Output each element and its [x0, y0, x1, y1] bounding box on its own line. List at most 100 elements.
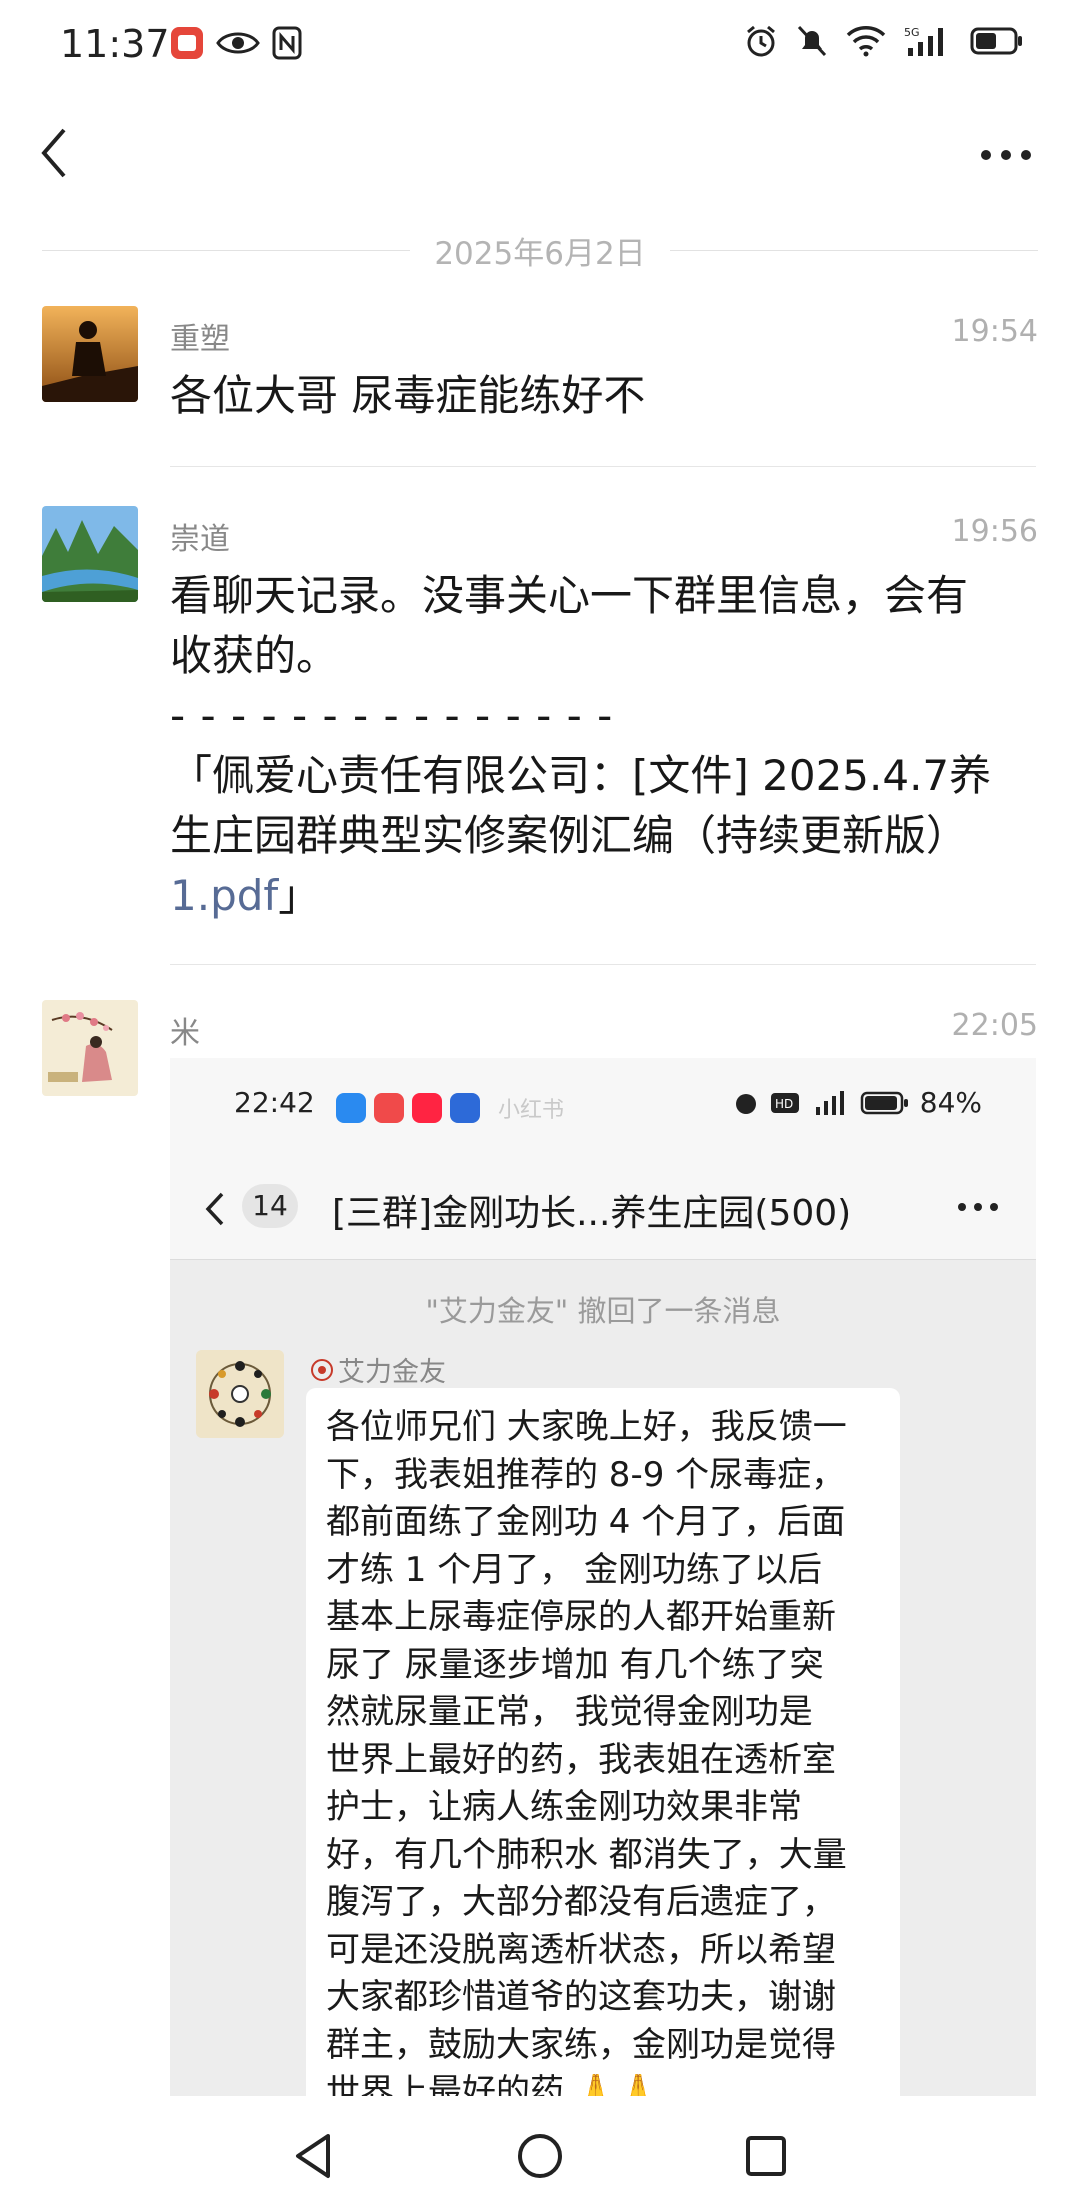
system-back-button[interactable]	[284, 2126, 344, 2186]
bubble-line: 世界上最好的药，我表姐在透析室	[326, 1739, 836, 1780]
message-line: 生庄园群典型实修案例汇编（持续更新版）	[170, 811, 969, 860]
bubble-line: 基本上尿毒症停尿的人都开始重新	[326, 1597, 836, 1637]
svg-text:5G: 5G	[904, 26, 920, 39]
signal-5g-icon: 5G	[904, 26, 943, 56]
message-line: 收获的。	[170, 631, 339, 680]
bubble-line: 腹泻了，大部分都没有后遗症了，	[326, 1882, 836, 1922]
image-avatar	[196, 1350, 284, 1438]
bubble-line: 好，有几个肺积水 都消失了，大量	[326, 1834, 847, 1875]
unread-badge: 14	[242, 1184, 298, 1228]
chat-screen: 11:37 5G 2025年6月2日 重塑 19:54 各位大哥 尿毒症能练好不…	[0, 0, 1080, 2204]
status-left-icons	[170, 26, 302, 60]
bubble-line: 护士，让病人练金刚功效果非常	[326, 1787, 802, 1827]
bubble-line: 尿了 尿量逐步增加 有几个练了突	[326, 1644, 824, 1685]
chevron-left-icon	[205, 1192, 224, 1226]
message-line: 1.pdf」	[170, 866, 1038, 926]
bubble-line: 各位师兄们 大家晚上好，我反馈一	[326, 1407, 847, 1447]
image-nav-bar: 14 [三群]金刚功长...养生庄园(500)	[170, 1154, 1036, 1260]
status-right-icons: 5G	[744, 24, 1024, 58]
avatar[interactable]	[42, 506, 138, 602]
message-item: 米 22:05	[42, 1000, 1038, 1096]
avatar[interactable]	[42, 306, 138, 402]
bubble-line: 才练 1 个月了， 金刚功练了以后	[326, 1549, 823, 1590]
wifi-icon	[846, 26, 886, 57]
avatar-painting-image	[42, 1000, 138, 1096]
app-icon	[374, 1093, 404, 1123]
more-button[interactable]	[976, 130, 1036, 180]
image-message[interactable]: 22:42 小红书 HD 84% 14 [三群]金刚功长...养生庄园(500)	[170, 1058, 1036, 2096]
app-icon	[450, 1093, 480, 1123]
battery-percent: 84%	[919, 1086, 982, 1119]
battery-icon	[970, 27, 1022, 55]
svg-text:HD: HD	[775, 1097, 793, 1111]
avatar[interactable]	[42, 1000, 138, 1096]
message-text: 各位大哥 尿毒症能练好不	[170, 371, 646, 420]
system-home-button[interactable]	[510, 2126, 570, 2186]
watermark-text: 小红书	[498, 1098, 565, 1123]
image-status-bar: 22:42 小红书 HD 84%	[170, 1058, 1036, 1154]
image-app-icons: 小红书	[336, 1092, 564, 1124]
avatar-landscape-image	[42, 506, 138, 602]
square-recents-icon	[746, 2136, 786, 2176]
bubble-line: 可是还没脱离透析状态，所以希望	[326, 1929, 836, 1970]
app-icon	[412, 1093, 442, 1123]
bubble-line: 世界上最好的药 🙏🙏	[326, 2072, 660, 2096]
message-item: 崇道 19:56 看聊天记录。没事关心一下群里信息，会有 收获的。 - - - …	[42, 506, 1038, 926]
chevron-left-icon	[41, 128, 66, 178]
date-line-left	[42, 249, 411, 251]
system-nav-bar	[0, 2096, 1080, 2204]
message-time: 19:54	[951, 314, 1038, 349]
message-line: - - - - - - - - - - - - - - -	[170, 691, 614, 740]
bubble-line: 都前面练了金刚功 4 个月了，后面	[326, 1502, 846, 1542]
quote-end: 」	[278, 871, 321, 920]
image-message-bubble: 各位师兄们 大家晚上好，我反馈一 下，我表姐推荐的 8-9 个尿毒症， 都前面练…	[306, 1388, 900, 2096]
date-label: 2025年6月2日	[434, 235, 646, 272]
file-link[interactable]: 1.pdf	[170, 871, 278, 920]
image-chat-title: [三群]金刚功长...养生庄园(500)	[332, 1193, 852, 1234]
image-sender: 艾力金友	[310, 1350, 446, 1389]
status-time: 11:37	[60, 22, 170, 66]
more-dots-icon	[958, 1203, 998, 1211]
back-button[interactable]	[30, 118, 90, 188]
eye-icon	[216, 32, 260, 54]
avatar-silhouette-image	[42, 306, 138, 402]
sender-name: 米	[170, 1016, 200, 1051]
message-text: 看聊天记录。没事关心一下群里信息，会有 收获的。 - - - - - - - -…	[170, 566, 1038, 926]
signal-5g-icon	[815, 1090, 844, 1115]
app-badge-icon	[171, 27, 203, 59]
status-bar: 11:37 5G	[0, 0, 1080, 92]
recall-notice: "艾力金友" 撤回了一条消息	[425, 1294, 781, 1328]
image-status-time: 22:42	[234, 1086, 315, 1119]
message-line: 看聊天记录。没事关心一下群里信息，会有	[170, 571, 969, 620]
alarm-icon	[735, 1093, 756, 1114]
bubble-line: 大家都珍惜道爷的这套功夫，谢谢	[326, 1977, 836, 2017]
message-item: 重塑 19:54 各位大哥 尿毒症能练好不	[42, 306, 1038, 466]
triangle-back-icon	[296, 2134, 330, 2178]
image-sender-name: 艾力金友	[338, 1357, 446, 1388]
battery-icon	[860, 1091, 908, 1114]
mute-icon	[797, 25, 827, 57]
circle-home-icon	[518, 2134, 562, 2178]
message-line: 「佩爱心责任有限公司：[文件] 2025.4.7养	[170, 751, 992, 800]
bubble-line: 群主，鼓励大家练，金刚功是觉得	[326, 2024, 836, 2065]
date-separator: 2025年6月2日	[42, 230, 1038, 272]
sender-name: 重塑	[170, 322, 230, 357]
app-icon	[336, 1093, 366, 1123]
nfc-icon	[272, 26, 302, 60]
sender-name: 崇道	[170, 522, 230, 557]
message-divider	[170, 964, 1036, 965]
message-divider	[170, 466, 1036, 467]
message-time: 22:05	[951, 1008, 1038, 1043]
alarm-icon	[747, 25, 775, 57]
flower-badge-icon	[311, 1358, 333, 1381]
date-line-right	[669, 249, 1038, 251]
avatar-pattern-image	[196, 1350, 284, 1438]
hd-icon: HD	[770, 1092, 799, 1113]
bubble-line: 下，我表姐推荐的 8-9 个尿毒症，	[326, 1454, 846, 1495]
image-status-right: HD 84%	[732, 1086, 982, 1119]
message-time: 19:56	[951, 514, 1038, 549]
system-recents-button[interactable]	[736, 2126, 796, 2186]
bubble-line: 然就尿量正常， 我觉得金刚功是	[326, 1692, 813, 1732]
chat-nav-bar	[0, 92, 1080, 222]
more-dots-icon	[981, 150, 1031, 160]
